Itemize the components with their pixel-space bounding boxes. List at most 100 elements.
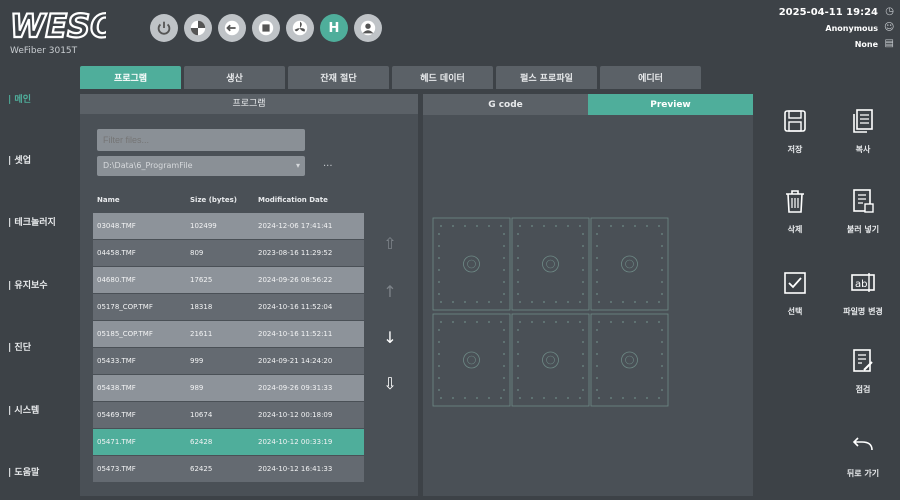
cell-size: 62428 (190, 438, 213, 446)
cell-date: 2024-10-16 11:52:11 (258, 330, 333, 338)
cell-date: 2024-10-12 16:41:33 (258, 465, 333, 473)
back-arrow-icon[interactable] (218, 14, 246, 42)
scroll-up-icon[interactable]: ↑ (380, 282, 400, 301)
user-name: Anonymous (825, 23, 878, 33)
table-row[interactable]: 04680.TMF 17625 2024-09-26 08:56:22 (93, 267, 364, 294)
filter-input[interactable] (97, 129, 305, 151)
rename-icon: ab (851, 273, 875, 292)
path-select[interactable]: D:\Data\6_ProgramFile ▾ (97, 156, 305, 176)
preview-part (432, 313, 511, 407)
back-label: 뒤로 가기 (846, 469, 880, 478)
table-row[interactable]: 05433.TMF 999 2024-09-21 14:24:20 (93, 348, 364, 375)
save-icon (784, 110, 806, 132)
table-row[interactable]: 05178_COP.TMF 18318 2024-10-16 11:52:04 (93, 294, 364, 321)
nav-item-setup[interactable]: | 셋업 (8, 153, 31, 166)
scroll-top-icon[interactable]: ⇧ (380, 234, 400, 253)
model-name: WeFiber 3015T (10, 46, 78, 56)
cell-date: 2023-08-16 11:29:52 (258, 249, 333, 257)
path-value: D:\Data\6_ProgramFile (103, 161, 193, 170)
cell-name: 04458.TMF (97, 249, 136, 257)
cell-size: 10674 (190, 411, 213, 419)
col-header-date[interactable]: Modification Date (258, 196, 328, 204)
tab-preview[interactable]: Preview (588, 94, 753, 115)
preview-part (432, 217, 511, 311)
nav-item-maintenance[interactable]: | 유지보수 (8, 278, 48, 291)
back-button[interactable]: 뒤로 가기 (828, 432, 898, 479)
nav-item-technology[interactable]: | 테크놀러지 (8, 215, 56, 228)
cell-name: 05471.TMF (97, 438, 136, 446)
import-button[interactable]: 불러 넣기 (828, 188, 898, 235)
part-preview-drawing (432, 217, 669, 407)
tab-editor[interactable]: 에디터 (600, 66, 701, 89)
user-icon[interactable] (354, 14, 382, 42)
nav-item-diagnostics[interactable]: | 진단 (8, 340, 31, 353)
copy-icon (853, 109, 873, 133)
chevron-down-icon: ▾ (295, 161, 300, 170)
tab-production[interactable]: 생산 (184, 66, 285, 89)
app-logo: WESO WeFiber 3015T (10, 8, 120, 58)
save-button[interactable]: 저장 (760, 108, 830, 155)
preview-panel: G code Preview (423, 94, 753, 496)
cell-name: 05473.TMF (97, 465, 136, 473)
delete-button[interactable]: 삭제 (760, 188, 830, 235)
copy-button[interactable]: 복사 (828, 108, 898, 155)
cell-size: 21611 (190, 330, 213, 338)
tab-program[interactable]: 프로그램 (80, 66, 181, 89)
col-header-size[interactable]: Size (bytes) (190, 196, 237, 204)
scroll-down-icon[interactable]: ↓ (380, 328, 400, 347)
preview-part (511, 217, 590, 311)
import-icon (853, 189, 874, 213)
cell-size: 102499 (190, 222, 217, 230)
nav-item-main[interactable]: | 메인 (8, 92, 31, 105)
top-toolbar: H (150, 14, 382, 42)
tab-gcode[interactable]: G code (423, 94, 588, 115)
browse-button[interactable]: ... (323, 158, 333, 169)
check-icon (853, 349, 873, 372)
preview-tabs: G code Preview (423, 94, 753, 115)
nav-item-system[interactable]: | 시스템 (8, 403, 39, 416)
rename-label: 파일명 변경 (843, 307, 883, 316)
tab-remnant-cutting[interactable]: 잔재 절단 (288, 66, 389, 89)
stop-icon[interactable] (252, 14, 280, 42)
current-file: None (854, 39, 878, 49)
cell-size: 989 (190, 384, 204, 392)
cell-name: 04680.TMF (97, 276, 136, 284)
select-button[interactable]: 선택 (760, 270, 830, 317)
user-icon: ☺ (884, 22, 895, 33)
program-panel-header: 프로그램 (80, 94, 418, 114)
nav-item-help[interactable]: | 도움말 (8, 465, 39, 478)
cell-size: 18318 (190, 303, 213, 311)
cell-size: 809 (190, 249, 204, 257)
cell-date: 2024-09-21 14:24:20 (258, 357, 333, 365)
table-row[interactable]: 05185_COP.TMF 21611 2024-10-16 11:52:11 (93, 321, 364, 348)
cell-date: 2024-12-06 17:41:41 (258, 222, 333, 230)
table-row[interactable]: 04458.TMF 809 2023-08-16 11:29:52 (93, 240, 364, 267)
delete-icon (786, 190, 804, 213)
fan-icon[interactable] (286, 14, 314, 42)
table-row[interactable]: 03048.TMF 102499 2024-12-06 17:41:41 (93, 213, 364, 240)
status-panel: 2025-04-11 19:24 ◷ Anonymous ☺ None ▤ (779, 4, 895, 52)
cell-date: 2024-09-26 08:56:22 (258, 276, 333, 284)
save-label: 저장 (787, 145, 803, 154)
table-row[interactable]: 05473.TMF 62425 2024-10-12 16:41:33 (93, 456, 364, 483)
table-row[interactable]: 05469.TMF 10674 2024-10-12 00:18:09 (93, 402, 364, 429)
table-row[interactable]: 05438.TMF 989 2024-09-26 09:31:33 (93, 375, 364, 402)
col-header-name[interactable]: Name (97, 196, 120, 204)
check-button[interactable]: 점검 (828, 348, 898, 395)
power-icon[interactable] (150, 14, 178, 42)
tab-pulse-profile[interactable]: 펄스 프로파일 (496, 66, 597, 89)
table-row[interactable]: 05471.TMF 62428 2024-10-12 00:33:19 (93, 429, 364, 456)
tab-head-data[interactable]: 헤드 데이터 (392, 66, 493, 89)
check-label: 점검 (855, 385, 871, 394)
preview-part (590, 217, 669, 311)
head-icon[interactable]: H (320, 14, 348, 42)
rename-button[interactable]: ab 파일명 변경 (828, 270, 898, 317)
scroll-bottom-icon[interactable]: ⇩ (380, 374, 400, 393)
file-icon: ▤ (884, 38, 894, 49)
svg-text:WESO: WESO (10, 8, 106, 42)
cell-date: 2024-09-26 09:31:33 (258, 384, 333, 392)
cell-size: 999 (190, 357, 204, 365)
pie-icon[interactable] (184, 14, 212, 42)
copy-label: 복사 (855, 145, 871, 154)
cell-date: 2024-10-12 00:33:19 (258, 438, 333, 446)
